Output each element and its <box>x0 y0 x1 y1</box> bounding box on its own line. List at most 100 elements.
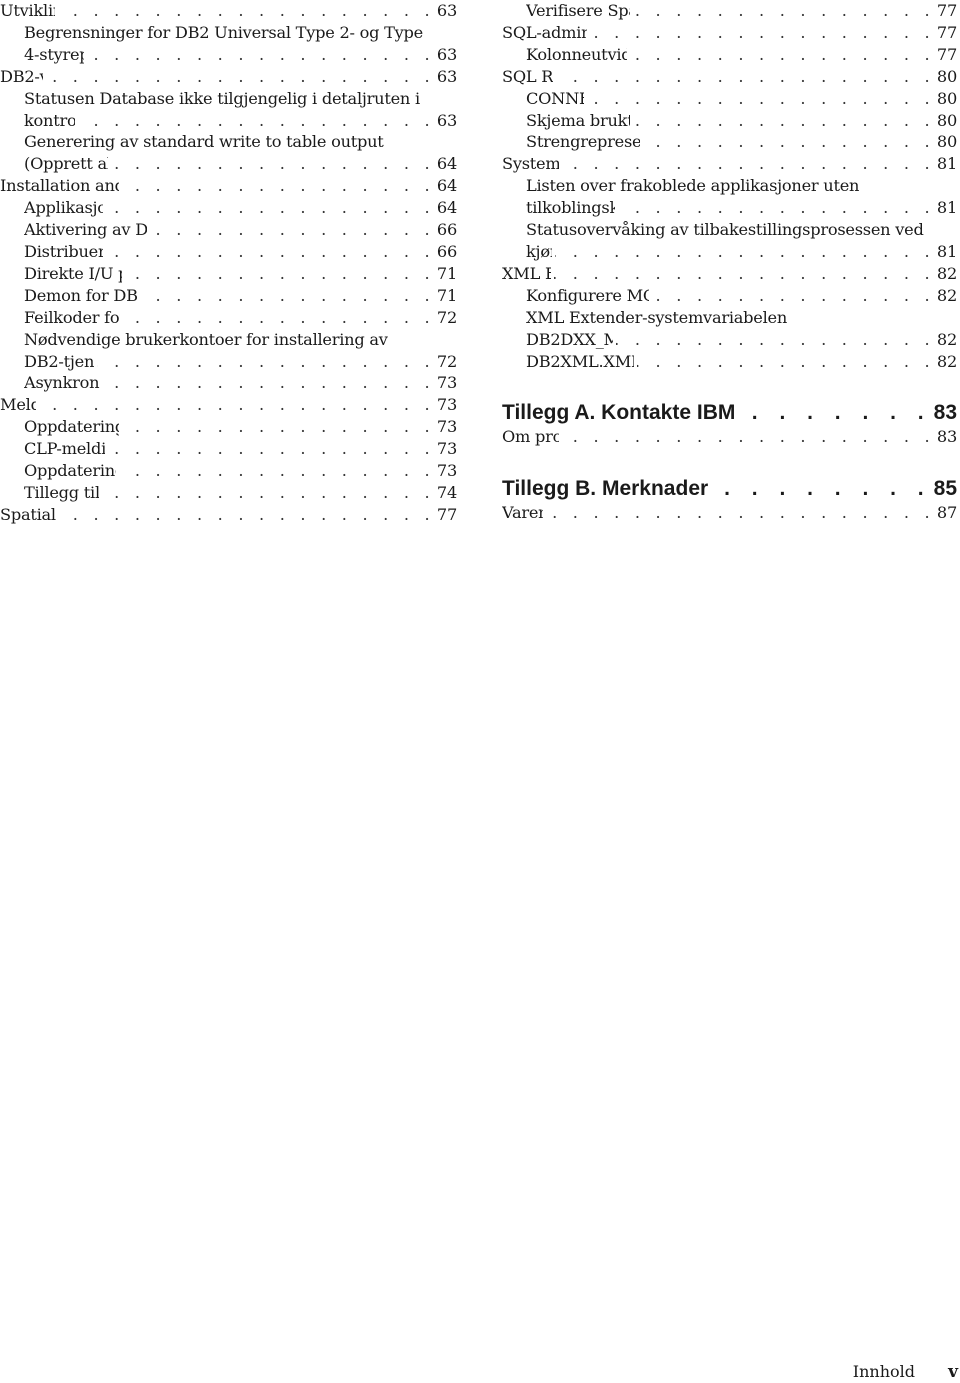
toc-entry-title[interactable]: 4-styreprogrammer <box>24 44 84 66</box>
toc-entry-title[interactable]: SQL-administrasjonsrutiner <box>502 22 587 44</box>
toc-entry-page[interactable]: 73 <box>437 438 457 460</box>
toc-entry-page[interactable]: 82 <box>937 329 957 351</box>
toc-entry[interactable]: kjøretid. . . . . . . . . . . . . . . . … <box>502 241 957 263</box>
toc-entry[interactable]: CONNECT-setning. . . . . . . . . . . . .… <box>502 88 957 110</box>
toc-entry-page[interactable]: 63 <box>437 66 457 88</box>
toc-entry-title[interactable]: kontrollsenteret <box>24 110 75 132</box>
toc-entry-title[interactable]: Om programmet. <box>502 426 559 448</box>
toc-entry[interactable]: Strengrepresentasjoner av datetime-verdi… <box>502 131 957 153</box>
toc-entry-page[interactable]: 80 <box>937 131 957 153</box>
toc-entry[interactable]: Konfigurere MQ XML-UDFer med XML Extende… <box>502 285 957 307</box>
toc-entry-page[interactable]: 87 <box>937 502 957 524</box>
toc-entry-page[interactable]: 80 <box>937 110 957 132</box>
toc-entry[interactable]: CLP-meldingsoppdateringer. . . . . . . .… <box>0 438 457 460</box>
toc-entry-title[interactable]: Meldinger <box>0 394 36 416</box>
toc-entry[interactable]: SQL-administrasjonsrutiner. . . . . . . … <box>502 22 957 44</box>
toc-entry-page[interactable]: 82 <box>937 351 957 373</box>
appendix-title[interactable]: Tillegg A. Kontakte IBM <box>502 400 735 426</box>
toc-entry-title[interactable]: Spatial Extender <box>0 504 56 526</box>
toc-entry[interactable]: DB2-tjenere (Windows). . . . . . . . . .… <box>0 351 457 373</box>
toc-entry-title[interactable]: Strengrepresentasjoner av datetime-verdi… <box>526 131 640 153</box>
toc-entry-title[interactable]: Feilkoder for responsfilinstallering <box>24 307 120 329</box>
toc-entry[interactable]: Installation and Configuration Supplemen… <box>0 175 457 197</box>
toc-entry[interactable]: Demon for DB2 Informasjonssenter (Linux)… <box>0 285 457 307</box>
toc-entry-title[interactable]: Applikasjonstjener for DB2 <box>24 197 103 219</box>
toc-entry[interactable]: DB2DXX_MIN_TMPFILE_SIZE. . . . . . . . .… <box>502 329 957 351</box>
toc-entry[interactable]: Asynkron I/U-støtte (Linux).. . . . . . … <box>0 372 457 394</box>
toc-entry-page[interactable]: 63 <box>437 44 457 66</box>
toc-entry-page[interactable]: 73 <box>437 416 457 438</box>
toc-entry-title[interactable]: Systemovervåker <box>502 153 559 175</box>
toc-entry-title[interactable]: DB2-verktøy <box>0 66 43 88</box>
toc-entry-page[interactable]: 82 <box>937 263 957 285</box>
toc-entry-title[interactable]: Utviklingssenter <box>0 0 55 22</box>
toc-entry-title[interactable]: Skjema brukt av forklaringsfunksjonen <box>526 110 630 132</box>
toc-entry-title[interactable]: Verifisere Spatial Extender-installering <box>526 0 630 22</box>
toc-entry-page[interactable]: 81 <box>937 153 957 175</box>
toc-entry-title[interactable]: Distribuere DB2 Web Tools <box>24 241 103 263</box>
toc-entry[interactable]: Applikasjonstjener for DB2. . . . . . . … <box>0 197 457 219</box>
toc-entry-title[interactable]: Demon for DB2 Informasjonssenter (Linux)… <box>24 285 138 307</box>
toc-entry[interactable]: Feilkoder for responsfilinstallering. . … <box>0 307 457 329</box>
toc-entry-page[interactable]: 80 <box>937 66 957 88</box>
toc-entry-title[interactable]: tilkoblingskonsentrator aktivert <box>526 197 615 219</box>
toc-entry-page[interactable]: 73 <box>437 460 457 482</box>
toc-entry-page[interactable]: 64 <box>437 197 457 219</box>
toc-entry-title[interactable]: DB2-tjenere (Windows) <box>24 351 94 373</box>
toc-entry-title[interactable]: Aktivering av DB2 Embedded Application S… <box>24 219 147 241</box>
appendix-title[interactable]: Tillegg B. Merknader <box>502 476 708 502</box>
toc-entry-title[interactable]: Tillegg til SQL-meldinger <box>24 482 99 504</box>
toc-entry[interactable]: tilkoblingskonsentrator aktivert. . . . … <box>502 197 957 219</box>
appendix-page[interactable]: 83 <box>934 400 957 426</box>
toc-entry[interactable]: Distribuere DB2 Web Tools. . . . . . . .… <box>0 241 457 263</box>
toc-entry[interactable]: Skjema brukt av forklaringsfunksjonen. .… <box>502 110 957 132</box>
toc-entry-page[interactable]: 81 <box>937 241 957 263</box>
toc-entry-title[interactable]: CONNECT-setning <box>526 88 584 110</box>
toc-entry[interactable]: Kolonneutvidelse for snapshot-UDFer. . .… <box>502 44 957 66</box>
toc-entry-page[interactable]: 77 <box>937 22 957 44</box>
toc-entry-page[interactable]: 73 <box>437 394 457 416</box>
toc-entry-title[interactable]: kjøretid <box>526 241 552 263</box>
toc-entry[interactable]: DB2-verktøy. . . . . . . . . . . . . . .… <box>0 66 457 88</box>
toc-entry-title[interactable]: XML Extender <box>502 263 551 285</box>
toc-entry[interactable]: Spatial Extender. . . . . . . . . . . . … <box>0 504 457 526</box>
toc-entry[interactable]: Systemovervåker. . . . . . . . . . . . .… <box>502 153 957 175</box>
toc-entry-title[interactable]: Direkte I/U på blokkenheter (Linux) <box>24 263 122 285</box>
toc-entry-page[interactable]: 64 <box>437 153 457 175</box>
toc-entry[interactable]: XML Extender. . . . . . . . . . . . . . … <box>502 263 957 285</box>
toc-entry[interactable]: DB2XML.XMLVarchar UDT-omdefinering. . . … <box>502 351 957 373</box>
toc-entry-page[interactable]: 74 <box>437 482 457 504</box>
toc-entry[interactable]: Direkte I/U på blokkenheter (Linux). . .… <box>0 263 457 285</box>
toc-entry-page[interactable]: 72 <box>437 307 457 329</box>
toc-entry[interactable]: Meldinger. . . . . . . . . . . . . . . .… <box>0 394 457 416</box>
appendix-page[interactable]: 85 <box>934 476 957 502</box>
appendix-heading[interactable]: Tillegg A. Kontakte IBM. . . . . . . . .… <box>502 400 957 426</box>
toc-entry-page[interactable]: 73 <box>437 372 457 394</box>
appendix-heading[interactable]: Tillegg B. Merknader. . . . . . . . . . … <box>502 476 957 502</box>
toc-entry[interactable]: Verifisere Spatial Extender-installering… <box>502 0 957 22</box>
toc-entry[interactable]: kontrollsenteret. . . . . . . . . . . . … <box>0 110 457 132</box>
toc-entry[interactable]: Varemerker. . . . . . . . . . . . . . . … <box>502 502 957 524</box>
toc-entry-title[interactable]: Konfigurere MQ XML-UDFer med XML Extende… <box>526 285 649 307</box>
toc-entry[interactable]: 4-styreprogrammer. . . . . . . . . . . .… <box>0 44 457 66</box>
toc-entry[interactable]: Utviklingssenter. . . . . . . . . . . . … <box>0 0 457 22</box>
toc-entry-page[interactable]: 77 <box>937 0 957 22</box>
toc-entry-title[interactable]: DB2XML.XMLVarchar UDT-omdefinering <box>526 351 634 373</box>
toc-entry-title[interactable]: SQL Reference <box>502 66 553 88</box>
toc-entry[interactable]: Oppdateringer av ADM-meldinger. . . . . … <box>0 416 457 438</box>
toc-entry-page[interactable]: 66 <box>437 241 457 263</box>
toc-entry[interactable]: Tillegg til SQL-meldinger. . . . . . . .… <box>0 482 457 504</box>
toc-entry-title[interactable]: (Opprett aktivitetsovervåker) <box>24 153 108 175</box>
toc-entry-title[interactable]: Asynkron I/U-støtte (Linux). <box>24 372 105 394</box>
toc-entry[interactable]: Om programmet.. . . . . . . . . . . . . … <box>502 426 957 448</box>
toc-entry[interactable]: SQL Reference. . . . . . . . . . . . . .… <box>502 66 957 88</box>
toc-entry-page[interactable]: 83 <box>937 426 957 448</box>
toc-entry-page[interactable]: 81 <box>937 197 957 219</box>
toc-entry-title[interactable]: Installation and Configuration Supplemen… <box>0 175 119 197</box>
toc-entry-title[interactable]: Oppdateringer av ADM-meldinger <box>24 416 119 438</box>
toc-entry-page[interactable]: 71 <box>437 263 457 285</box>
toc-entry-page[interactable]: 63 <box>437 0 457 22</box>
toc-entry-title[interactable]: Varemerker <box>502 502 543 524</box>
toc-entry[interactable]: Aktivering av DB2 Embedded Application S… <box>0 219 457 241</box>
toc-entry-title[interactable]: CLP-meldingsoppdateringer <box>24 438 105 460</box>
